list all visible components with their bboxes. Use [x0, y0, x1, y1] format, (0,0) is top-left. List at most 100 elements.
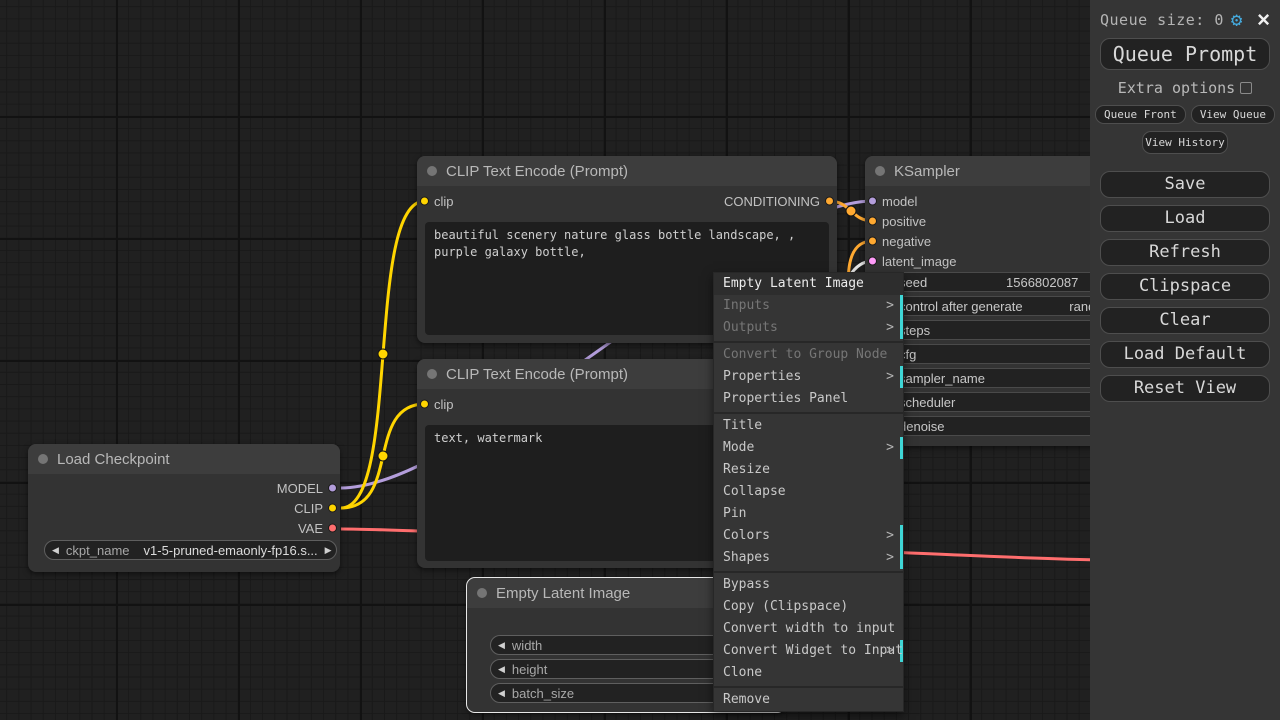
menu-item-properties-panel[interactable]: Properties Panel	[714, 388, 903, 410]
output-slot-label: VAE	[298, 521, 323, 536]
output-slot-label: CLIP	[294, 501, 323, 516]
menu-item-pin[interactable]: Pin	[714, 503, 903, 525]
menu-item-convert-to-group-node: Convert to Group Node	[714, 344, 903, 366]
close-icon[interactable]: ×	[1257, 9, 1270, 31]
input-slot-label: model	[882, 194, 917, 209]
menu-item-title[interactable]: Title	[714, 415, 903, 437]
submenu-arrow-icon: >	[886, 640, 894, 662]
node-context-menu: Empty Latent Image Inputs>Outputs> Conver…	[713, 272, 904, 712]
output-slot-conditioning[interactable]	[825, 197, 834, 206]
menu-separator	[714, 571, 903, 573]
menu-separator	[714, 341, 903, 343]
load-button[interactable]: Load	[1100, 205, 1270, 232]
ckpt-name-widget[interactable]: ◀ ckpt_name v1-5-pruned-emaonly-fp16.s..…	[44, 540, 337, 560]
widget-label: scheduler	[899, 395, 955, 410]
widget-label: control after generate	[899, 299, 1023, 314]
submenu-arrow-icon: >	[886, 295, 894, 317]
input-slot-label: positive	[882, 214, 926, 229]
collapse-dot-icon[interactable]	[38, 454, 48, 464]
menu-item-remove[interactable]: Remove	[714, 689, 903, 711]
input-slot-label: clip	[434, 194, 454, 209]
menu-item-convert-widget-to-input[interactable]: Convert Widget to Input>	[714, 640, 903, 662]
save-button[interactable]: Save	[1100, 171, 1270, 198]
input-slot-dot[interactable]	[868, 217, 877, 226]
view-history-button[interactable]: View History	[1142, 131, 1228, 154]
output-slot-dot[interactable]	[328, 524, 337, 533]
output-slot-label: CONDITIONING	[724, 194, 820, 209]
decrement-arrow-icon[interactable]: ◀	[491, 664, 512, 675]
output-slot-model[interactable]: MODEL	[28, 478, 340, 498]
queue-size-label: Queue size: 0	[1100, 11, 1224, 29]
queue-prompt-button[interactable]: Queue Prompt	[1100, 38, 1270, 70]
submenu-arrow-icon: >	[886, 547, 894, 569]
decrement-arrow-icon[interactable]: ◀	[491, 640, 512, 651]
node-graph-canvas[interactable]: CLIP Text Encode (Prompt) clip CONDITION…	[0, 0, 1280, 720]
clipspace-button[interactable]: Clipspace	[1100, 273, 1270, 300]
menu-item-shapes[interactable]: Shapes>	[714, 547, 903, 569]
output-slot-vae[interactable]: VAE	[28, 518, 340, 538]
input-slot-dot[interactable]	[868, 237, 877, 246]
menu-item-inputs: Inputs>	[714, 295, 903, 317]
link-dot	[378, 451, 388, 461]
widget-label: width	[512, 638, 542, 653]
input-slot-clip[interactable]	[420, 197, 429, 206]
output-slot-label: MODEL	[277, 481, 323, 496]
queue-front-button[interactable]: Queue Front	[1095, 105, 1186, 124]
comfy-menu-panel: Queue size: 0 ⚙ × Queue Prompt Extra opt…	[1090, 0, 1280, 720]
decrement-arrow-icon[interactable]: ◀	[45, 545, 66, 556]
menu-item-convert-width-to-input[interactable]: Convert width to input	[714, 618, 903, 640]
increment-arrow-icon[interactable]: ▶	[318, 545, 337, 556]
collapse-dot-icon[interactable]	[427, 166, 437, 176]
menu-item-mode[interactable]: Mode>	[714, 437, 903, 459]
widget-label: batch_size	[512, 686, 574, 701]
refresh-button[interactable]: Refresh	[1100, 239, 1270, 266]
submenu-arrow-icon: >	[886, 317, 894, 339]
menu-item-collapse[interactable]: Collapse	[714, 481, 903, 503]
widget-value: 1566802087	[1006, 275, 1078, 290]
node-title-bar[interactable]: CLIP Text Encode (Prompt)	[417, 156, 837, 186]
load-default-button[interactable]: Load Default	[1100, 341, 1270, 368]
widget-label: ckpt_name	[66, 543, 130, 558]
widget-label: height	[512, 662, 547, 677]
input-slot-dot[interactable]	[868, 257, 877, 266]
node-title-bar[interactable]: Load Checkpoint	[28, 444, 340, 474]
reset-view-button[interactable]: Reset View	[1100, 375, 1270, 402]
collapse-dot-icon[interactable]	[477, 588, 487, 598]
menu-item-colors[interactable]: Colors>	[714, 525, 903, 547]
clear-button[interactable]: Clear	[1100, 307, 1270, 334]
output-slot-dot[interactable]	[328, 484, 337, 493]
collapse-dot-icon[interactable]	[427, 369, 437, 379]
node-load-checkpoint[interactable]: Load Checkpoint MODEL CLIP VAE ◀ ckpt_name…	[28, 444, 340, 572]
submenu-arrow-icon: >	[886, 525, 894, 547]
extra-options-label: Extra options	[1118, 79, 1235, 97]
submenu-arrow-icon: >	[886, 437, 894, 459]
input-slot-label: latent_image	[882, 254, 956, 269]
input-slot-clip[interactable]	[420, 400, 429, 409]
menu-item-resize[interactable]: Resize	[714, 459, 903, 481]
context-menu-title: Empty Latent Image	[714, 273, 903, 295]
widget-label: sampler_name	[899, 371, 985, 386]
extra-options-checkbox[interactable]	[1240, 82, 1252, 94]
output-slot-dot[interactable]	[328, 504, 337, 513]
output-slot-clip[interactable]: CLIP	[28, 498, 340, 518]
collapse-dot-icon[interactable]	[875, 166, 885, 176]
input-slot-dot[interactable]	[868, 197, 877, 206]
node-title: Empty Latent Image	[496, 585, 630, 602]
menu-item-outputs: Outputs>	[714, 317, 903, 339]
widget-value: v1-5-pruned-emaonly-fp16.s...	[144, 543, 318, 558]
menu-separator	[714, 686, 903, 688]
menu-item-copy-clipspace-[interactable]: Copy (Clipspace)	[714, 596, 903, 618]
view-queue-button[interactable]: View Queue	[1191, 105, 1275, 124]
menu-item-properties[interactable]: Properties>	[714, 366, 903, 388]
menu-separator	[714, 412, 903, 414]
menu-item-bypass[interactable]: Bypass	[714, 574, 903, 596]
decrement-arrow-icon[interactable]: ◀	[491, 688, 512, 699]
link-dot	[378, 349, 388, 359]
submenu-arrow-icon: >	[886, 366, 894, 388]
gear-icon[interactable]: ⚙	[1231, 11, 1242, 30]
menu-item-clone[interactable]: Clone	[714, 662, 903, 684]
widget-label: denoise	[899, 419, 945, 434]
wire-clip-1	[341, 201, 425, 508]
node-title: Load Checkpoint	[57, 451, 170, 468]
node-title: CLIP Text Encode (Prompt)	[446, 366, 628, 383]
